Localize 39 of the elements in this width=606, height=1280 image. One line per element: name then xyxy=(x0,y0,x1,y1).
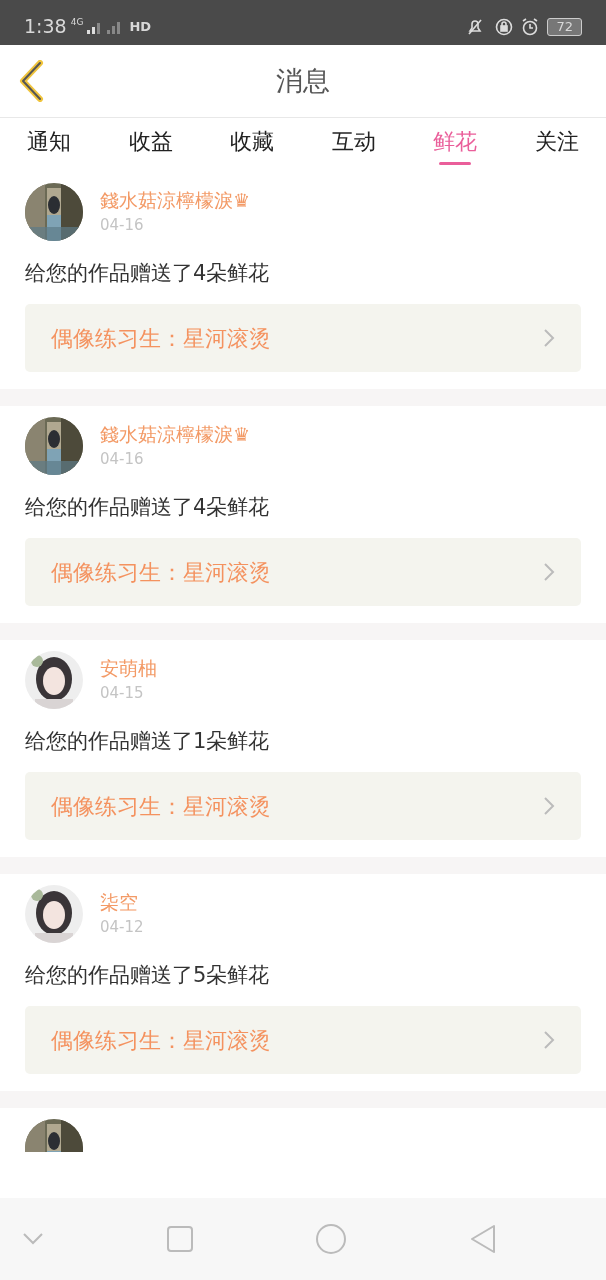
message-text: 给您的作品赠送了5朵鲜花 xyxy=(25,962,271,989)
work-link[interactable]: 偶像练习生：星河滚烫 xyxy=(25,538,581,606)
back-nav-icon[interactable] xyxy=(469,1224,496,1254)
lock-rotation-icon xyxy=(495,17,514,36)
hd-label: HD xyxy=(129,17,152,36)
work-link[interactable]: 偶像练习生：星河滚烫 xyxy=(25,304,581,372)
date: 04-12 xyxy=(100,917,144,938)
date: 04-16 xyxy=(100,215,145,236)
page-title: 消息 xyxy=(276,63,330,98)
date: 04-15 xyxy=(100,683,145,704)
chevron-right-icon xyxy=(543,796,555,816)
tab[interactable]: 互动 xyxy=(318,118,389,172)
tab[interactable]: 收藏 xyxy=(217,118,288,172)
tab[interactable]: 收益 xyxy=(115,118,186,172)
tab[interactable]: 关注 xyxy=(521,118,592,172)
chevron-right-icon xyxy=(543,562,555,582)
network-type: 4G xyxy=(70,16,84,30)
message-text: 给您的作品赠送了1朵鲜花 xyxy=(25,728,271,755)
alarm-icon xyxy=(521,17,540,36)
back-icon[interactable] xyxy=(18,60,46,102)
clock: 1:38 xyxy=(24,14,67,40)
date: 04-16 xyxy=(100,449,145,470)
work-link[interactable]: 偶像练习生：星河滚烫 xyxy=(25,1006,581,1074)
message-text: 给您的作品赠送了4朵鲜花 xyxy=(25,494,271,521)
tab[interactable]: 鲜花 xyxy=(420,118,491,172)
user-name[interactable]: 柒空 xyxy=(100,889,144,915)
tab[interactable]: 通知 xyxy=(14,118,84,172)
home-icon[interactable] xyxy=(315,1223,348,1255)
user-name[interactable]: 錢水菇涼檸檬淚♛ xyxy=(100,187,251,213)
message-text: 给您的作品赠送了4朵鲜花 xyxy=(25,260,271,287)
user-name[interactable]: 安萌柚 xyxy=(100,655,157,681)
recents-icon[interactable] xyxy=(166,1226,193,1252)
chevron-right-icon xyxy=(543,1030,555,1050)
chevron-down-icon[interactable] xyxy=(22,1232,44,1246)
work-link[interactable]: 偶像练习生：星河滚烫 xyxy=(25,772,581,840)
chevron-right-icon xyxy=(543,328,555,348)
battery-indicator: 72 xyxy=(547,17,582,36)
signal-icon xyxy=(87,19,122,34)
user-name[interactable]: 錢水菇涼檸檬淚♛ xyxy=(100,421,251,447)
